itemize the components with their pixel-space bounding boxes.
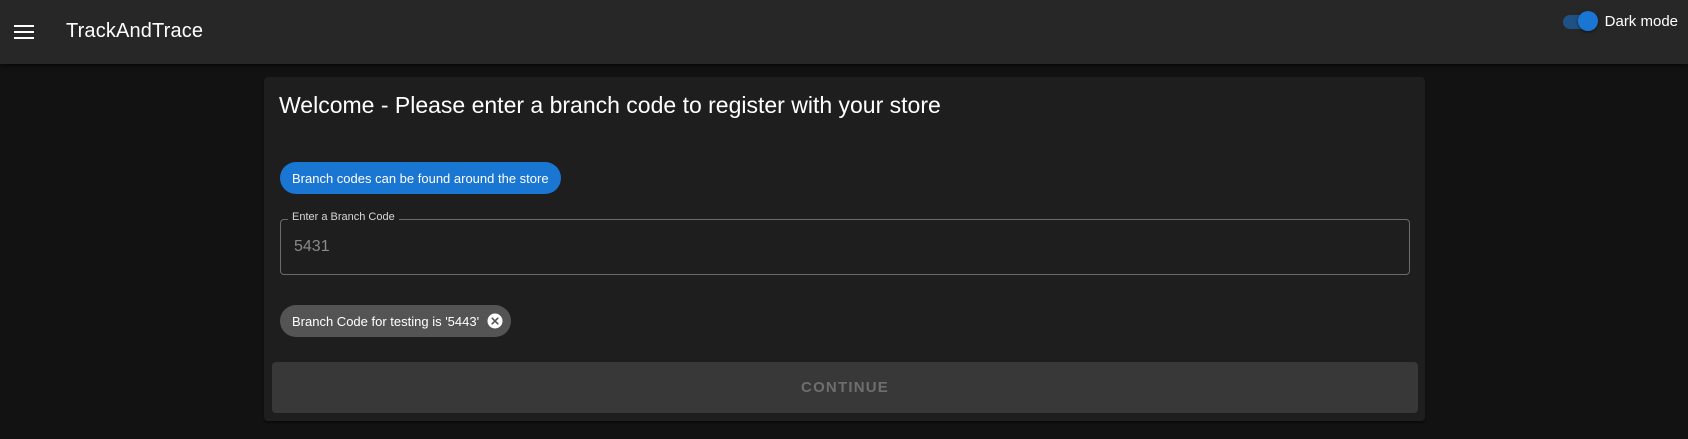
test-code-chip[interactable]: Branch Code for testing is '5443' (280, 305, 512, 337)
test-code-chip-label: Branch Code for testing is '5443' (292, 313, 480, 329)
cancel-circle-icon (487, 313, 503, 329)
branch-code-field: Enter a Branch Code (280, 211, 1410, 275)
continue-button[interactable]: Continue (272, 362, 1418, 413)
app-title: TrackAndTrace (66, 20, 204, 42)
dark-mode-toggle[interactable] (1561, 10, 1599, 32)
page-title: Welcome - Please enter a branch code to … (279, 92, 941, 118)
app-bar: TrackAndTrace Dark mode (0, 0, 1688, 64)
menu-button[interactable] (6, 14, 42, 50)
branch-code-input[interactable] (292, 235, 1396, 259)
info-chip: Branch codes can be found around the sto… (280, 162, 561, 194)
chip-delete-button[interactable] (487, 313, 503, 329)
dark-mode-control: Dark mode (1561, 10, 1678, 32)
registration-card: Welcome - Please enter a branch code to … (264, 77, 1425, 421)
info-chip-label: Branch codes can be found around the sto… (292, 170, 549, 186)
menu-icon (14, 25, 34, 39)
dark-mode-label: Dark mode (1604, 12, 1678, 30)
branch-code-label: Enter a Branch Code (288, 211, 399, 223)
toggle-thumb (1577, 11, 1598, 31)
